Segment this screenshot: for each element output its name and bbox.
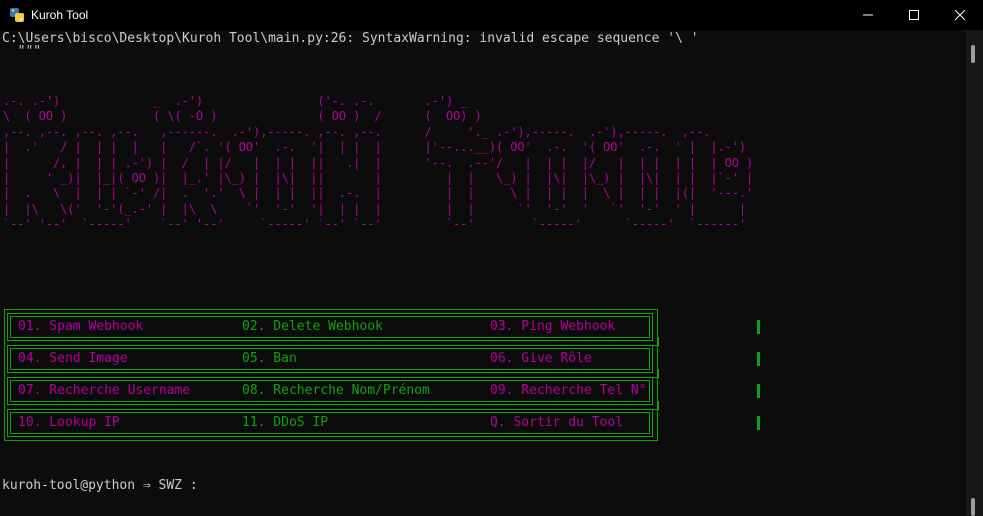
menu-border-segment <box>757 352 760 366</box>
syntax-warning-line: C:\Users\bisco\Desktop\Kuroh Tool\main.p… <box>2 31 699 46</box>
banner-line: `--' '--' `-----' `--' '--' `-----' `--'… <box>3 217 747 232</box>
ascii-banner: .-. .-') _ .-') ('-. .-. .-') _ \ ( OO )… <box>3 94 753 233</box>
banner-line: | . \ | | | `-' /| . '.' \ | | | || .-. … <box>3 186 754 201</box>
menu-option-recherche-tel: 09. Recherche Tel N° <box>490 383 647 398</box>
menu-option-quit-tool: Q. Sortir du Tool <box>490 415 624 430</box>
vertical-scrollbar[interactable] <box>966 30 983 516</box>
maximize-icon <box>909 10 919 20</box>
menu-option-give-role: 06. Give Rôle <box>490 351 592 366</box>
syntax-warning-continuation: """ <box>2 44 42 59</box>
banner-line: | ' _)| |_|( OO )| |_.' |\_) | |\| || | … <box>3 171 754 186</box>
console-output[interactable]: C:\Users\bisco\Desktop\Kuroh Tool\main.p… <box>0 30 966 516</box>
banner-line: | .' / | | | | | /`. '( OO' .-. '| | | |… <box>3 140 747 155</box>
menu-option-ping-webhook: 03. Ping Webhook <box>490 319 616 334</box>
menu-option-lookup-ip: 10. Lookup IP <box>18 415 120 430</box>
command-prompt[interactable]: kuroh-tool@python ⇒ SWZ : <box>2 478 198 493</box>
minimize-icon <box>863 14 873 16</box>
menu-border-segment <box>651 369 659 378</box>
banner-line: \ ( OO ) ( \( -O ) ( OO ) / ( OO) ) <box>3 109 482 124</box>
menu-option-delete-webhook: 02. Delete Webhook <box>242 319 383 334</box>
banner-line: .-. .-') _ .-') ('-. .-. .-') _ <box>3 94 468 108</box>
close-button[interactable] <box>937 0 983 30</box>
scrollbar-thumb[interactable] <box>971 45 975 63</box>
banner-line: | |\ \(' '-'(_.-' | |\ \ `' '-' '| | | |… <box>3 201 747 216</box>
menu-border-segment <box>757 320 760 334</box>
banner-line: | /, | | | .-') | / | |/ | | | || .| | '… <box>3 155 754 170</box>
scrollbar-thumb-bottom[interactable] <box>971 498 975 516</box>
python-app-icon <box>10 8 24 22</box>
menu-border-segment <box>651 337 659 346</box>
menu-option-ban: 05. Ban <box>242 351 297 366</box>
menu-border-segment <box>651 401 659 410</box>
window-title: Kuroh Tool <box>31 8 89 22</box>
close-icon <box>955 10 965 20</box>
minimize-button[interactable] <box>845 0 891 30</box>
menu-option-ddos-ip: 11. DDoS IP <box>242 415 329 430</box>
menu-option-recherche-nom-prenom: 08. Recherche Nom/Prénom <box>242 383 430 398</box>
menu-option-recherche-username: 07. Recherche Username <box>18 383 191 398</box>
menu-option-spam-webhook: 01. Spam Webhook <box>18 319 144 334</box>
menu-option-send-image: 04. Send Image <box>18 351 128 366</box>
banner-line: ,--. ,--. ,--. ,--. ,------. .-'),-----.… <box>3 124 711 139</box>
menu-border-segment <box>757 416 760 430</box>
maximize-button[interactable] <box>891 0 937 30</box>
menu-border-segment <box>757 384 760 398</box>
title-bar: Kuroh Tool <box>0 0 983 30</box>
